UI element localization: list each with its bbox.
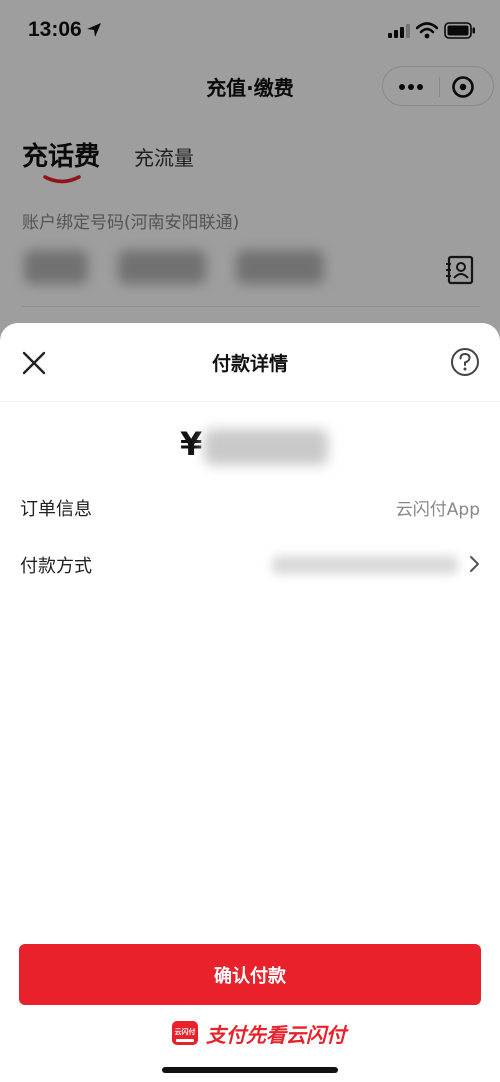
currency-symbol: ¥ — [180, 425, 203, 463]
sheet-title: 付款详情 — [211, 353, 288, 375]
chevron-right-icon — [470, 556, 479, 572]
payment-method-redacted — [272, 556, 458, 574]
order-info-label: 订单信息 — [20, 499, 92, 520]
order-info-row: 订单信息 云闪付App — [20, 487, 480, 527]
brand-logo-text: 云闪付 — [174, 1028, 196, 1036]
help-icon[interactable] — [450, 347, 480, 377]
home-indicator — [162, 1067, 338, 1073]
brand-slogan: 支付先看云闪付 — [206, 1023, 346, 1047]
payment-method-row[interactable]: 付款方式 — [20, 544, 480, 584]
unionpay-quickpass-logo: 云闪付 — [172, 1021, 198, 1045]
payment-method-label: 付款方式 — [20, 556, 92, 577]
order-info-value: 云闪付App — [395, 500, 480, 520]
divider — [0, 401, 500, 402]
confirm-payment-button[interactable]: 确认付款 — [19, 944, 481, 1005]
payment-sheet: 付款详情 ¥ 订单信息 云闪付App 付款方式 确认付款 云闪付 支付先看云闪付 — [0, 323, 500, 1082]
amount-redacted — [204, 429, 328, 465]
